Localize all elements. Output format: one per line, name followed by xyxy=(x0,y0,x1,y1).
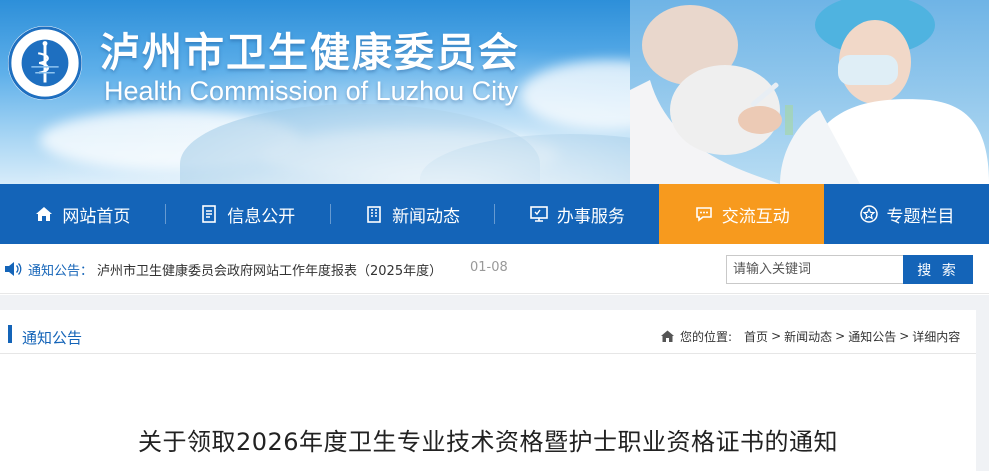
article-title: 关于领取2026年度卫生专业技术资格暨护士职业资格证书的通知 xyxy=(137,428,839,456)
nav-item-special-topics[interactable]: 专题栏目 xyxy=(824,184,989,244)
notice-date: 01-08 xyxy=(470,260,508,275)
breadcrumb-notices-link[interactable]: 通知公告 xyxy=(848,328,896,345)
breadcrumb-separator: > xyxy=(771,329,782,343)
header-banner: 泸州市卫生健康委员会 Health Commission of Luzhou C… xyxy=(0,0,989,184)
section-accent-bar xyxy=(8,325,12,343)
banner-photo xyxy=(630,0,989,184)
nav-item-label: 专题栏目 xyxy=(886,206,955,227)
building-icon xyxy=(364,204,384,224)
nav-item-home[interactable]: 网站首页 xyxy=(0,184,165,244)
breadcrumb: 您的位置: 首页 > 新闻动态 > 通知公告 > 详细内容 xyxy=(660,328,960,344)
nav-item-label: 交流互动 xyxy=(721,206,790,227)
search-button[interactable]: 搜 索 xyxy=(903,255,973,284)
star-icon xyxy=(859,204,879,224)
nav-item-label: 新闻动态 xyxy=(392,206,461,227)
home-icon xyxy=(660,329,675,343)
breadcrumb-separator: > xyxy=(835,329,846,343)
nav-item-label: 网站首页 xyxy=(62,206,131,227)
nav-item-services[interactable]: 办事服务 xyxy=(494,184,659,244)
nav-item-info-disclosure[interactable]: 信息公开 xyxy=(164,184,330,244)
breadcrumb-separator: > xyxy=(899,329,910,343)
notice-link[interactable]: 泸州市卫生健康委员会政府网站工作年度报表（2025年度） xyxy=(97,260,442,279)
notice-label: 通知公告： xyxy=(28,264,94,279)
breadcrumb-label: 您的位置: xyxy=(680,329,733,344)
search-input[interactable] xyxy=(726,255,904,284)
monitor-icon xyxy=(529,204,549,224)
site-logo[interactable] xyxy=(6,24,84,102)
nav-item-news[interactable]: 新闻动态 xyxy=(329,184,495,244)
nav-item-label: 信息公开 xyxy=(227,206,296,227)
site-title: 泸州市卫生健康委员会 xyxy=(100,30,520,76)
breadcrumb-news-link[interactable]: 新闻动态 xyxy=(784,328,832,345)
breadcrumb-current: 详细内容 xyxy=(912,329,961,344)
main-nav: 网站首页 信息公开 新闻动态 办事服务 交流互动 专题栏目 xyxy=(0,184,989,244)
speaker-icon xyxy=(4,261,22,277)
section-title: 通知公告 xyxy=(22,329,83,347)
chat-icon xyxy=(694,204,714,224)
breadcrumb-home-link[interactable]: 首页 xyxy=(744,328,768,345)
document-list-icon xyxy=(199,204,219,224)
site-title-english: Health Commission of Luzhou City xyxy=(104,76,519,106)
nav-item-label: 办事服务 xyxy=(556,206,625,227)
home-icon xyxy=(34,204,54,224)
nav-item-interaction[interactable]: 交流互动 xyxy=(659,184,825,244)
